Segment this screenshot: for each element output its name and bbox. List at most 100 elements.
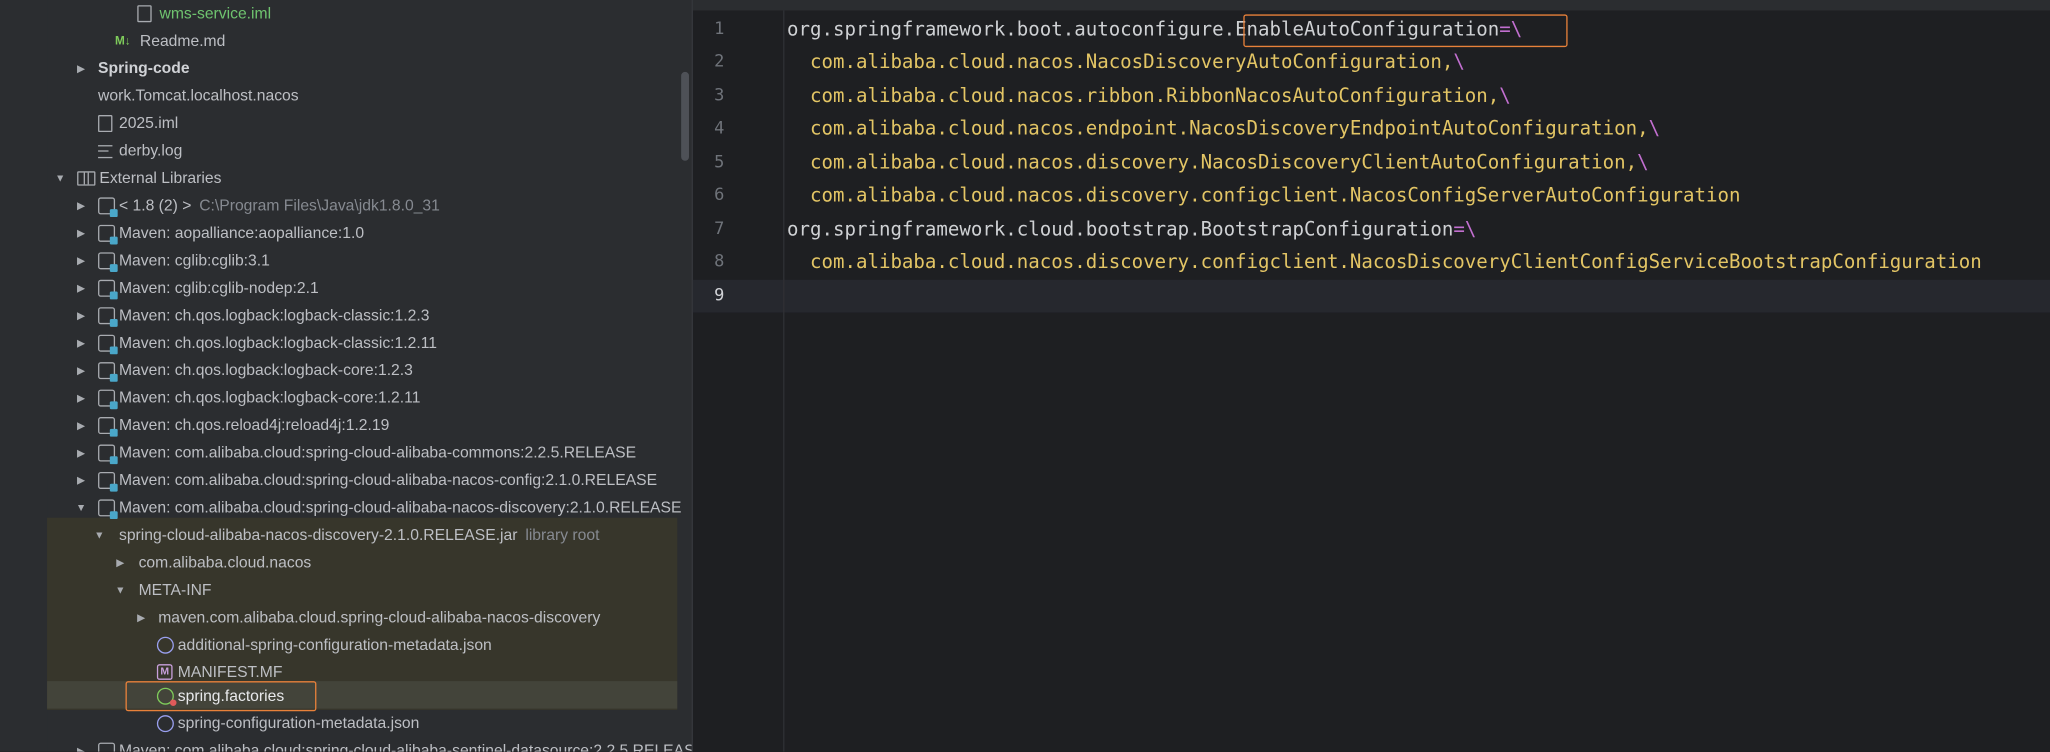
tree-item-maven-library[interactable]: ▶ Maven: aopalliance:aopalliance:1.0 xyxy=(47,220,677,247)
tree-item-label: Maven: ch.qos.logback:logback-classic:1.… xyxy=(118,305,430,325)
manifest-file-icon: M xyxy=(156,664,173,680)
tree-item-label: Maven: com.alibaba.cloud:spring-cloud-al… xyxy=(118,443,637,462)
code-line[interactable]: org.springframework.cloud.bootstrap.Boot… xyxy=(787,213,1476,246)
tree-item-label: com.alibaba.cloud.nacos xyxy=(138,553,312,572)
tree-item-wms-service-iml[interactable]: wms-service.iml xyxy=(47,0,677,27)
tree-item-readme[interactable]: M↓ Readme.md xyxy=(47,27,677,54)
tree-item-2025-iml[interactable]: 2025.iml xyxy=(47,110,677,137)
code-line[interactable]: com.alibaba.cloud.nacos.NacosDiscoveryAu… xyxy=(787,46,1465,79)
jar-library-icon xyxy=(98,742,116,752)
chevron-right-icon[interactable]: ▶ xyxy=(75,275,88,302)
line-continuation: \ xyxy=(1648,117,1661,140)
tree-gutter xyxy=(0,0,48,752)
tree-item-maven-library[interactable]: ▶ Maven: com.alibaba.cloud:spring-cloud-… xyxy=(47,467,677,494)
tree-item-maven-library[interactable]: ▶ Maven: ch.qos.logback:logback-core:1.2… xyxy=(47,357,677,384)
code-line[interactable]: com.alibaba.cloud.nacos.discovery.NacosD… xyxy=(787,146,1649,179)
chevron-right-icon[interactable]: ▶ xyxy=(75,737,88,752)
chevron-right-icon[interactable]: ▶ xyxy=(75,439,88,466)
chevron-down-icon[interactable]: ▼ xyxy=(75,494,88,521)
tree-item-maven-library[interactable]: ▶ Maven: ch.qos.reload4j:reload4j:1.2.19 xyxy=(47,412,677,439)
tree-item-jdk[interactable]: ▶ < 1.8 (2) > C:\Program Files\Java\jdk1.… xyxy=(47,192,677,219)
chevron-right-icon[interactable]: ▶ xyxy=(75,55,88,82)
line-number-current: 9 xyxy=(714,286,725,306)
chevron-right-icon[interactable]: ▶ xyxy=(75,329,88,356)
tree-item-label: spring-configuration-metadata.json xyxy=(177,713,420,733)
property-key: org.springframework.boot.autoconfigure. xyxy=(787,18,1236,41)
line-number: 3 xyxy=(714,86,725,106)
tree-item-label: 2025.iml xyxy=(118,113,179,133)
tree-item-label: Maven: com.alibaba.cloud:spring-cloud-al… xyxy=(118,741,692,752)
chevron-right-icon[interactable]: ▶ xyxy=(75,192,88,219)
chevron-right-icon[interactable]: ▶ xyxy=(135,604,148,631)
tree-item-label: Readme.md xyxy=(139,31,226,50)
tree-item-external-libraries[interactable]: ▼ External Libraries xyxy=(47,165,677,192)
tree-item-maven-folder[interactable]: ▶ maven.com.alibaba.cloud.spring-cloud-a… xyxy=(47,604,677,631)
line-number: 5 xyxy=(714,152,725,173)
chevron-right-icon[interactable]: ▶ xyxy=(75,467,88,494)
chevron-down-icon[interactable]: ▼ xyxy=(114,577,127,604)
property-value: com.alibaba.cloud.nacos.ribbon.RibbonNac… xyxy=(787,84,1500,108)
tree-item-maven-library[interactable]: ▶ Maven: com.alibaba.cloud:spring-cloud-… xyxy=(47,737,692,752)
code-line[interactable]: com.alibaba.cloud.nacos.endpoint.NacosDi… xyxy=(787,112,1660,145)
tree-item-work-tomcat[interactable]: work.Tomcat.localhost.nacos xyxy=(47,82,677,109)
chevron-down-icon[interactable]: ▼ xyxy=(54,165,67,192)
line-number: 4 xyxy=(714,118,725,139)
jar-library-icon xyxy=(98,362,118,382)
editor-tab-strip xyxy=(692,0,2050,11)
tree-scrollbar[interactable] xyxy=(681,71,689,161)
jar-library-icon xyxy=(98,224,118,245)
line-number: 6 xyxy=(714,185,725,206)
tree-item-label: spring-cloud-alibaba-nacos-discovery-2.1… xyxy=(118,525,600,544)
chevron-right-icon[interactable]: ▶ xyxy=(114,549,127,576)
jar-library-icon xyxy=(98,444,118,465)
tree-item-label: Maven: ch.qos.logback:logback-classic:1.… xyxy=(118,333,437,352)
line-number: 1 xyxy=(714,19,725,40)
line-number: 8 xyxy=(714,252,725,272)
jdk-path: C:\Program Files\Java\jdk1.8.0_31 xyxy=(199,196,440,215)
line-continuation: \ xyxy=(1637,151,1649,174)
tree-item-metadata-json[interactable]: spring-configuration-metadata.json xyxy=(47,710,677,737)
code-editor[interactable]: 1 2 3 4 5 6 7 8 9 org.springframework.bo… xyxy=(692,0,2050,752)
chevron-right-icon[interactable]: ▶ xyxy=(75,302,88,329)
code-line[interactable]: com.alibaba.cloud.nacos.ribbon.RibbonNac… xyxy=(787,80,1511,113)
tree-item-library-root-jar[interactable]: ▼ spring-cloud-alibaba-nacos-discovery-2… xyxy=(47,522,677,549)
tree-item-maven-library[interactable]: ▶ Maven: ch.qos.logback:logback-classic:… xyxy=(47,302,677,329)
tree-item-maven-library[interactable]: ▶ Maven: cglib:cglib-nodep:2.1 xyxy=(47,275,677,302)
tree-item-label: Maven: ch.qos.logback:logback-core:1.2.3 xyxy=(118,360,413,380)
assignment-operator: = xyxy=(1453,218,1465,241)
chevron-right-icon[interactable]: ▶ xyxy=(75,357,88,384)
markdown-file-icon: M↓ xyxy=(115,33,131,48)
tree-item-maven-library[interactable]: ▶ Maven: ch.qos.logback:logback-classic:… xyxy=(47,329,677,356)
chevron-down-icon[interactable]: ▼ xyxy=(93,522,106,549)
chevron-right-icon[interactable]: ▶ xyxy=(75,247,88,274)
tree-item-label: Maven: ch.qos.logback:logback-core:1.2.1… xyxy=(118,388,421,407)
tree-item-label: wms-service.iml xyxy=(159,3,272,23)
chevron-right-icon[interactable]: ▶ xyxy=(75,412,88,439)
tree-item-derby-log[interactable]: derby.log xyxy=(47,137,677,164)
jar-library-icon xyxy=(98,417,118,437)
spring-factories-highlight-box xyxy=(125,681,317,712)
tree-item-additional-metadata-json[interactable]: additional-spring-configuration-metadata… xyxy=(47,631,677,658)
log-file-icon xyxy=(98,145,113,159)
tree-item-maven-library[interactable]: ▶ Maven: com.alibaba.cloud:spring-cloud-… xyxy=(47,439,677,466)
line-continuation: \ xyxy=(1453,50,1465,74)
tree-item-label: derby.log xyxy=(118,141,183,160)
tree-item-meta-inf[interactable]: ▼ META-INF xyxy=(47,577,677,604)
tree-item-label: maven.com.alibaba.cloud.spring-cloud-ali… xyxy=(158,607,601,627)
json-file-icon xyxy=(156,636,174,654)
tree-item-package[interactable]: ▶ com.alibaba.cloud.nacos xyxy=(47,549,677,576)
tree-item-maven-library-expanded[interactable]: ▼ Maven: com.alibaba.cloud:spring-cloud-… xyxy=(47,494,681,521)
tree-item-label: Spring-code xyxy=(98,58,190,78)
jdk-icon xyxy=(98,197,118,218)
tree-item-maven-library[interactable]: ▶ Maven: cglib:cglib:3.1 xyxy=(47,247,677,274)
chevron-right-icon[interactable]: ▶ xyxy=(75,384,88,411)
tree-item-label: additional-spring-configuration-metadata… xyxy=(177,635,492,654)
code-line[interactable]: com.alibaba.cloud.nacos.discovery.config… xyxy=(787,246,1982,279)
tree-item-maven-library[interactable]: ▶ Maven: ch.qos.logback:logback-core:1.2… xyxy=(47,384,677,411)
jar-library-icon xyxy=(98,389,118,410)
tree-item-spring-code[interactable]: ▶ Spring-code xyxy=(47,55,677,82)
code-line[interactable]: com.alibaba.cloud.nacos.discovery.config… xyxy=(787,179,1740,212)
chevron-right-icon[interactable]: ▶ xyxy=(75,220,88,247)
tree-item-label: work.Tomcat.localhost.nacos xyxy=(98,86,299,105)
property-value: com.alibaba.cloud.nacos.discovery.config… xyxy=(787,251,1982,274)
